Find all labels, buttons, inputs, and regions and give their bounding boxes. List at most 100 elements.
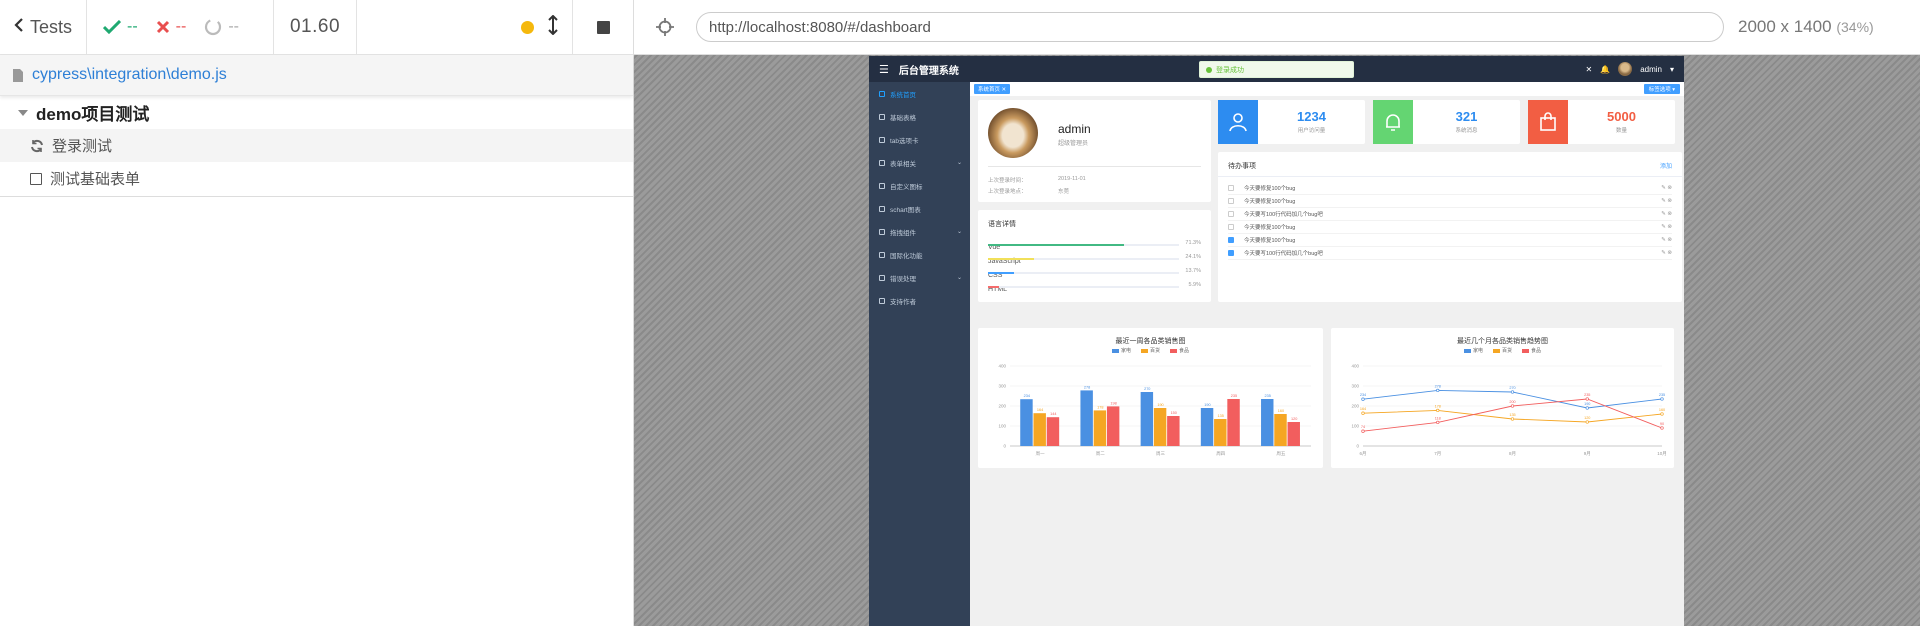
viewport-size: 2000 x 1400 (34%)	[1738, 17, 1874, 37]
data-point[interactable]	[1436, 408, 1440, 413]
cypress-reporter: Tests -- -- -- 01.60 cypress\integration…	[0, 0, 634, 626]
suite-row[interactable]: demo项目测试	[0, 96, 633, 129]
empty-checkbox-icon	[30, 172, 42, 185]
app-topbar: ☰ 后台管理系统 登录成功 ✕ 🔔 admin ▾	[869, 56, 1684, 82]
fullscreen-icon[interactable]: ✕	[1586, 65, 1593, 74]
bar[interactable]	[1093, 410, 1107, 446]
todo-actions[interactable]: ✎ ⊗	[1661, 198, 1672, 204]
data-point[interactable]	[1510, 404, 1515, 408]
data-point[interactable]	[1436, 388, 1440, 393]
sidebar-item[interactable]: schart图表	[869, 197, 970, 220]
bar[interactable]	[1227, 399, 1240, 446]
notification-bell-icon[interactable]: 🔔	[1600, 65, 1610, 74]
sidebar-item[interactable]: 表单相关 ⌄	[869, 151, 970, 174]
todo-checkbox[interactable]	[1228, 223, 1234, 230]
auto-scroll-toggle-icon[interactable]	[548, 14, 558, 40]
test-stats: -- -- --	[87, 0, 274, 54]
progress-fill	[988, 272, 1015, 274]
data-point[interactable]	[1436, 420, 1440, 425]
data-label: 234	[1024, 394, 1030, 398]
stat-label: 用户访问量	[1297, 128, 1326, 134]
stat-card-quantity: 5000 数量	[1528, 100, 1675, 144]
bar[interactable]	[1167, 416, 1180, 446]
todo-actions[interactable]: ✎ ⊗	[1661, 237, 1672, 243]
bar[interactable]	[1140, 392, 1154, 446]
tag-home[interactable]: 系统首页 ✕	[974, 84, 1011, 94]
spec-file-link[interactable]: cypress\integration\demo.js	[32, 66, 227, 84]
todo-actions[interactable]: ✎ ⊗	[1661, 185, 1672, 191]
data-label: 178	[1435, 404, 1441, 408]
last-login-place: 上次登录地点： 东莞	[988, 187, 1069, 195]
tag-options-button[interactable]: 标签选项 ▾	[1643, 84, 1680, 94]
user-name: admin	[1058, 122, 1091, 136]
bar[interactable]	[1214, 419, 1227, 446]
menu-icon[interactable]: ☰	[879, 63, 889, 76]
bar[interactable]	[1153, 408, 1167, 446]
sidebar-item[interactable]: 系统首页	[869, 82, 970, 105]
data-point[interactable]	[1361, 397, 1365, 401]
data-point[interactable]	[1585, 397, 1589, 401]
x-tick-label: 10月	[1657, 451, 1667, 457]
language-row: Vue 71.3%	[988, 236, 1201, 251]
sidebar-item[interactable]: 错误处理 ⌄	[869, 266, 970, 289]
bar[interactable]	[1106, 406, 1120, 446]
data-label: 190	[1157, 403, 1163, 407]
data-point[interactable]	[1510, 390, 1515, 394]
bar[interactable]	[1080, 390, 1093, 446]
user-menu[interactable]: admin	[1640, 65, 1662, 74]
x-tick-label: 周四	[1216, 451, 1226, 457]
card-title: 待办事项	[1228, 163, 1256, 170]
sidebar-item[interactable]: 自定义图标	[869, 174, 970, 197]
selector-playground-button[interactable]	[634, 18, 696, 36]
data-point[interactable]	[1660, 397, 1664, 401]
stat-value: 321	[1455, 109, 1478, 124]
todo-checkbox[interactable]	[1228, 197, 1234, 204]
todo-checkbox[interactable]	[1228, 210, 1234, 217]
test-row-pending[interactable]: 测试基础表单	[0, 162, 633, 195]
stop-button[interactable]	[573, 0, 633, 54]
bar[interactable]	[1261, 399, 1274, 446]
data-point[interactable]	[1660, 412, 1664, 416]
todo-checkbox[interactable]	[1228, 184, 1234, 191]
test-row-running[interactable]: 登录测试	[0, 129, 633, 162]
sidebar-item-label: 基础表格	[890, 114, 916, 122]
bar[interactable]	[1020, 399, 1033, 446]
aut-url-input[interactable]	[696, 12, 1724, 42]
sidebar-item[interactable]: 国际化功能	[869, 243, 970, 266]
data-point[interactable]	[1585, 420, 1589, 424]
todo-title: 今天要写100行代码加几个bug吧	[1244, 211, 1323, 218]
bar[interactable]	[1200, 408, 1214, 446]
bar[interactable]	[1274, 414, 1287, 446]
x-tick-label: 8月	[1509, 451, 1516, 457]
todo-actions[interactable]: ✎ ⊗	[1661, 211, 1672, 217]
sidebar-item[interactable]: 支持作者	[869, 289, 970, 312]
sidebar-item-label: 国际化功能	[890, 252, 923, 260]
info-label: 上次登录地点：	[988, 189, 1027, 195]
language-row: HTML 5.9%	[988, 278, 1201, 293]
todo-checkbox[interactable]	[1228, 249, 1234, 256]
todo-actions[interactable]: ✎ ⊗	[1661, 224, 1672, 230]
add-todo-button[interactable]: 添加	[1660, 161, 1672, 170]
x-tick-label: 9月	[1584, 451, 1591, 457]
data-point[interactable]	[1510, 417, 1515, 421]
avatar[interactable]	[1618, 62, 1633, 76]
sidebar-item[interactable]: 基础表格	[869, 105, 970, 128]
bell-icon	[1373, 100, 1413, 144]
bar[interactable]	[1033, 413, 1046, 446]
todo-checkbox[interactable]	[1228, 236, 1234, 243]
sidebar-item[interactable]: tab选项卡	[869, 128, 970, 151]
sidebar-item-label: 自定义图标	[890, 183, 923, 191]
todo-actions[interactable]: ✎ ⊗	[1661, 250, 1672, 256]
data-point[interactable]	[1361, 429, 1365, 433]
caret-down-icon: ▾	[1669, 64, 1674, 74]
progress-track	[988, 258, 1179, 260]
bar[interactable]	[1046, 417, 1060, 446]
data-point[interactable]	[1585, 406, 1589, 410]
todo-item: 今天要修复100个bug ✎ ⊗	[1228, 233, 1672, 247]
tests-back-button[interactable]: Tests	[0, 0, 88, 54]
sidebar-item[interactable]: 拖拽组件 ⌄	[869, 220, 970, 243]
bar[interactable]	[1287, 422, 1300, 446]
data-point[interactable]	[1361, 411, 1365, 415]
divider	[988, 166, 1201, 167]
data-point[interactable]	[1660, 426, 1664, 430]
